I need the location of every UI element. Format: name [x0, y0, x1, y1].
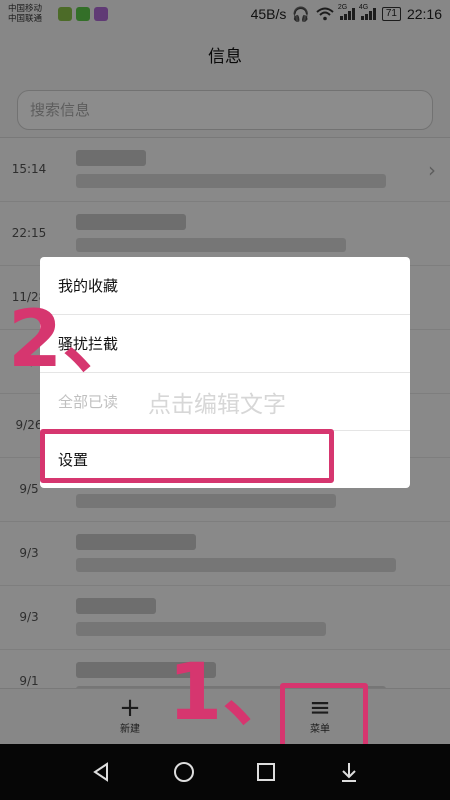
back-icon[interactable] — [81, 760, 121, 784]
edit-text-watermark: 点击编辑文字 — [148, 392, 286, 418]
step-1-annotation: 1、 — [168, 648, 301, 738]
system-nav-bar — [0, 744, 450, 800]
recent-apps-icon[interactable] — [246, 760, 286, 784]
step-2-annotation: 2、 — [8, 295, 141, 385]
settings-highlight-box — [40, 429, 334, 483]
home-icon[interactable] — [164, 760, 204, 784]
notification-pull-icon[interactable] — [329, 760, 369, 784]
